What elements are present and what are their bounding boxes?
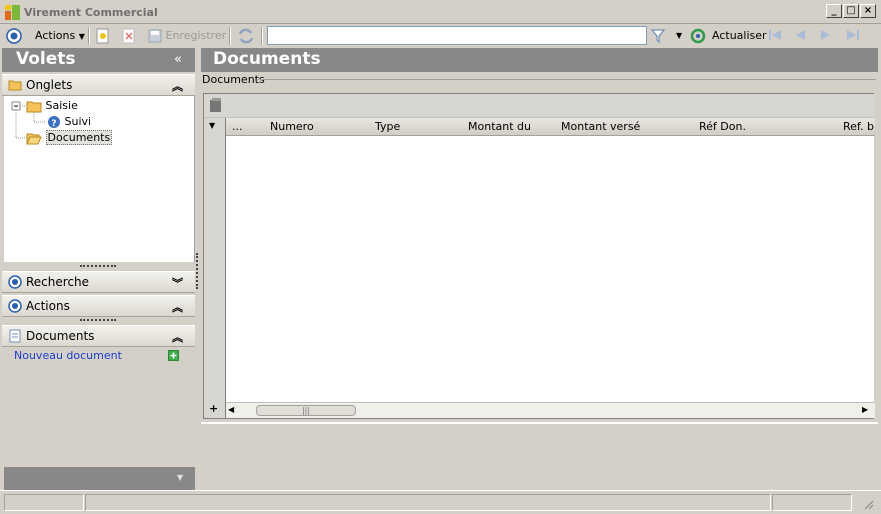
- tree-item-label: Suivi: [64, 115, 92, 128]
- save-button[interactable]: Enregistrer: [148, 28, 226, 44]
- title-bar[interactable]: Virement Commercial _ □ ×: [0, 0, 881, 24]
- previous-record-icon[interactable]: [793, 28, 807, 44]
- section-actions-label: Actions: [26, 299, 70, 313]
- actions-menu-button[interactable]: Actions ▼: [35, 28, 85, 44]
- save-label: Enregistrer: [165, 29, 227, 42]
- scroll-left-icon[interactable]: ◀: [228, 405, 234, 414]
- window-title: Virement Commercial: [24, 6, 158, 19]
- svg-text:?: ?: [51, 119, 56, 129]
- next-record-icon[interactable]: [819, 28, 833, 44]
- panel-bottom-bar[interactable]: ▼: [4, 467, 195, 490]
- chevron-up-icon[interactable]: ︽: [172, 299, 183, 315]
- tree-item-suivi[interactable]: ? Suivi: [47, 115, 91, 129]
- add-icon[interactable]: [168, 350, 179, 361]
- search-section-icon: [8, 275, 22, 289]
- open-folder-icon: [26, 132, 42, 145]
- status-panel: [4, 494, 84, 511]
- column-header[interactable]: ...: [232, 120, 243, 133]
- splitter-grip[interactable]: [80, 319, 116, 322]
- tabs-tree: Saisie ? Suivi Documents: [4, 96, 195, 262]
- grid-header-row: ... Numero Type Montant du Montant versé…: [226, 118, 875, 136]
- splitter-grip[interactable]: [196, 253, 198, 289]
- section-recherche[interactable]: Recherche ︾: [2, 271, 195, 293]
- volets-title: Volets: [16, 49, 76, 69]
- documents-grid[interactable]: ▼ + ... Numero Type Montant du Montant v…: [203, 93, 875, 419]
- documents-header: Documents: [201, 48, 878, 72]
- section-actions[interactable]: Actions ︽: [2, 295, 195, 317]
- save-icon: [148, 29, 162, 43]
- maximize-button[interactable]: □: [843, 4, 859, 18]
- section-recherche-label: Recherche: [26, 275, 90, 289]
- first-record-icon[interactable]: [767, 28, 783, 44]
- toolbar: Actions ▼ Enregistrer ▼ Actualiser: [0, 24, 881, 48]
- tree-item-label: Saisie: [45, 99, 78, 112]
- group-divider: [258, 79, 876, 80]
- documents-section-body: Nouveau document: [2, 345, 195, 375]
- chevron-up-icon[interactable]: ︽: [172, 329, 183, 345]
- tree-item-saisie[interactable]: Saisie: [26, 99, 78, 113]
- tree-item-label: Documents: [45, 130, 113, 145]
- document-icon: [8, 329, 22, 343]
- close-button[interactable]: ×: [860, 4, 876, 18]
- group-label: Documents: [202, 73, 265, 86]
- toolbar-separator: [88, 27, 90, 45]
- section-documents-label: Documents: [26, 329, 95, 343]
- chevron-down-icon[interactable]: ▼: [177, 473, 183, 482]
- column-header-type[interactable]: Type: [375, 120, 400, 133]
- new-document-link[interactable]: Nouveau document: [14, 349, 122, 362]
- toolbar-separator: [261, 27, 263, 45]
- main-area: Documents Documents ▼ + ... Numero Type …: [201, 48, 879, 490]
- refresh-icon[interactable]: [690, 28, 706, 44]
- horizontal-scrollbar[interactable]: ◀ ||| ▶: [226, 402, 875, 418]
- help-icon: ?: [47, 115, 61, 129]
- status-bar: [0, 490, 881, 514]
- status-panel: [772, 494, 852, 511]
- section-documents[interactable]: Documents ︽: [2, 325, 195, 347]
- actions-menu-label: Actions: [35, 29, 76, 42]
- column-header-ref-don[interactable]: Réf Don.: [699, 120, 746, 133]
- grid-row-selector: ▼ +: [204, 118, 226, 418]
- search-input[interactable]: [267, 26, 647, 45]
- page-title: Documents: [213, 49, 321, 69]
- toolbar-separator: [229, 27, 231, 45]
- grid-toolbar: [204, 94, 875, 118]
- grid-tool-icon[interactable]: [209, 98, 223, 113]
- splitter-grip[interactable]: [80, 265, 116, 268]
- filter-icon[interactable]: [651, 28, 665, 44]
- folder-icon: [26, 100, 42, 113]
- scroll-right-icon[interactable]: ▶: [862, 405, 868, 414]
- chevron-down-icon[interactable]: ︾: [172, 275, 183, 291]
- column-header-montant-verse[interactable]: Montant versé: [561, 120, 640, 133]
- tree-item-documents[interactable]: Documents: [26, 130, 113, 145]
- delete-icon[interactable]: [122, 28, 136, 44]
- minimize-button[interactable]: _: [826, 4, 842, 18]
- status-panel: [85, 494, 771, 511]
- add-row-button[interactable]: +: [209, 402, 218, 415]
- section-onglets-label: Onglets: [26, 78, 73, 92]
- collapse-panel-button[interactable]: «: [174, 52, 182, 67]
- sync-icon[interactable]: [237, 28, 255, 44]
- detail-pane: [201, 422, 878, 490]
- chevron-down-icon: ▼: [78, 32, 85, 41]
- column-chooser-icon[interactable]: ▼: [209, 121, 215, 130]
- column-header-numero[interactable]: Numero: [270, 120, 314, 133]
- scroll-thumb[interactable]: |||: [256, 405, 356, 416]
- new-icon[interactable]: [96, 28, 110, 44]
- section-onglets[interactable]: Onglets ︽: [2, 74, 195, 96]
- folder-icon: [8, 78, 22, 92]
- resize-grip-icon[interactable]: [862, 498, 874, 510]
- chevron-up-icon[interactable]: ︽: [172, 78, 183, 94]
- last-record-icon[interactable]: [845, 28, 861, 44]
- volets-header: Volets «: [2, 48, 195, 72]
- actions-section-icon: [8, 299, 22, 313]
- app-logo-icon: [5, 5, 20, 20]
- refresh-button[interactable]: Actualiser: [712, 28, 767, 44]
- column-header-montant-du[interactable]: Montant du: [468, 120, 531, 133]
- filter-dropdown-icon[interactable]: ▼: [676, 28, 682, 44]
- actions-icon[interactable]: [6, 28, 22, 44]
- column-header-ref-b[interactable]: Ref. b: [843, 120, 875, 133]
- left-panel: Volets « Onglets ︽ Saisie ? Suivi Docume…: [2, 48, 195, 490]
